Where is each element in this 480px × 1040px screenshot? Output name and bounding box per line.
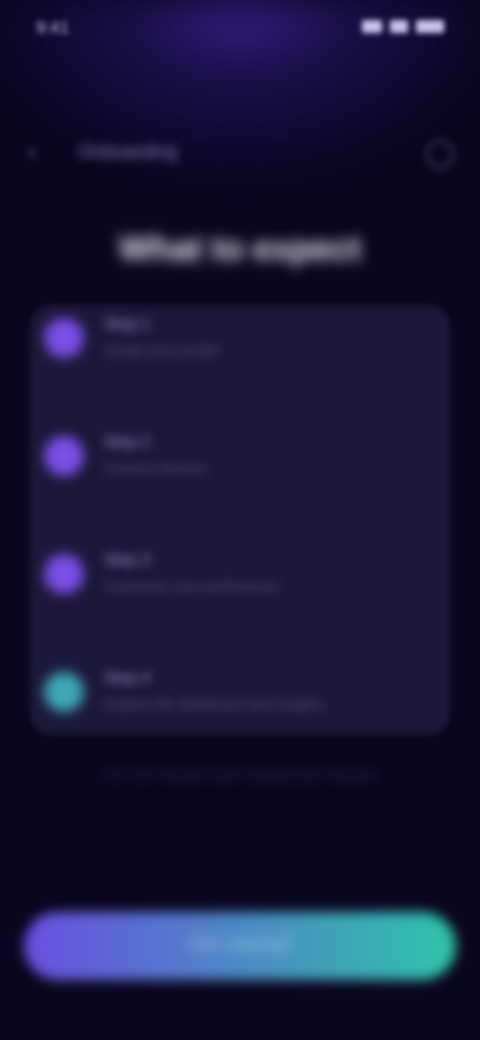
nav-title: Onboarding (78, 142, 178, 163)
item-subtitle: Explore the dashboard and insights (104, 696, 324, 712)
get-started-label: Get started (189, 934, 291, 955)
step-icon (44, 436, 84, 476)
chevron-left-icon[interactable]: ‹ (28, 140, 52, 164)
step-icon (44, 672, 84, 712)
item-title: Step 3 (104, 552, 151, 569)
wifi-icon (390, 20, 408, 33)
list-item: Step 3 Customize your preferences (44, 536, 444, 616)
list-item: Step 4 Explore the dashboard and insight… (44, 654, 444, 734)
footnote: You can change these settings later anyt… (102, 766, 378, 782)
help-circle-icon[interactable] (426, 140, 454, 168)
item-subtitle: Connect devices (104, 460, 208, 476)
status-icons (362, 20, 444, 33)
status-bar: 9:41 (0, 0, 480, 60)
step-icon (44, 318, 84, 358)
list-item: Step 1 Create your profile (44, 300, 444, 380)
item-title: Step 4 (104, 670, 151, 687)
signal-icon (362, 20, 382, 33)
step-icon (44, 554, 84, 594)
item-subtitle: Customize your preferences (104, 578, 280, 594)
item-title: Step 1 (104, 316, 151, 333)
page-title: What to expect (119, 230, 361, 268)
get-started-button[interactable]: Get started (24, 912, 456, 980)
list-item: Step 2 Connect devices (44, 418, 444, 498)
status-time: 9:41 (36, 18, 70, 37)
nav-bar: ‹ Onboarding (0, 128, 480, 176)
item-subtitle: Create your profile (104, 342, 220, 358)
battery-icon (416, 20, 444, 33)
item-title: Step 2 (104, 434, 151, 451)
